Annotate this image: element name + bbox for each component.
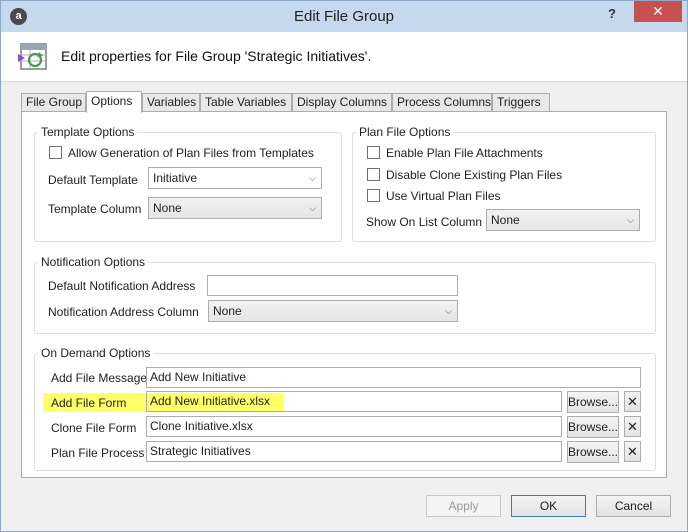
default-address-label: Default Notification Address <box>48 279 196 293</box>
tab-triggers[interactable]: Triggers <box>492 93 550 112</box>
plan-file-process-label: Plan File Process <box>51 446 145 460</box>
template-column-value: None <box>153 201 182 215</box>
close-window-button[interactable]: ✕ <box>634 1 682 22</box>
plan-file-process-clear-icon[interactable]: ✕ <box>624 441 641 462</box>
notification-options-title: Notification Options <box>38 255 149 269</box>
tab-options[interactable]: Options <box>86 91 142 113</box>
plan-file-process-input[interactable]: Strategic Initiatives <box>146 441 562 462</box>
add-file-message-input[interactable]: Add New Initiative <box>146 367 641 388</box>
clone-file-form-clear-icon[interactable]: ✕ <box>624 416 641 437</box>
add-file-message-label: Add File Message <box>51 371 148 385</box>
address-column-label: Notification Address Column <box>48 305 199 319</box>
help-button[interactable]: ? <box>602 4 622 24</box>
template-options-title: Template Options <box>38 125 138 139</box>
tab-display-columns[interactable]: Display Columns <box>292 93 392 112</box>
tab-file-group[interactable]: File Group <box>21 93 86 112</box>
default-template-value: Initiative <box>153 171 198 185</box>
file-group-edit-icon <box>18 43 47 70</box>
add-file-form-label: Add File Form <box>51 396 127 410</box>
chevron-down-icon: ⌵ <box>627 215 634 225</box>
add-file-form-browse-button[interactable]: Browse... <box>567 391 619 413</box>
on-demand-options-title: On Demand Options <box>38 346 154 360</box>
disable-clone-label: Disable Clone Existing Plan Files <box>386 168 563 182</box>
notification-options-group <box>34 262 656 334</box>
address-column-value: None <box>213 304 242 318</box>
tab-table-variables[interactable]: Table Variables <box>200 93 292 112</box>
enable-attachments-label: Enable Plan File Attachments <box>386 146 543 160</box>
chevron-down-icon: ⌵ <box>309 173 316 183</box>
tab-variables[interactable]: Variables <box>142 93 200 112</box>
tab-process-columns[interactable]: Process Columns <box>392 93 492 112</box>
header-band: Edit properties for File Group 'Strategi… <box>1 32 687 82</box>
show-on-list-label: Show On List Column <box>366 215 483 229</box>
chevron-down-icon: ⌵ <box>445 306 452 316</box>
enable-attachments-checkbox[interactable] <box>367 146 380 159</box>
clone-file-form-label: Clone File Form <box>51 421 137 435</box>
window-title: Edit File Group <box>293 8 395 25</box>
chevron-down-icon: ⌵ <box>309 203 316 213</box>
show-on-list-combo[interactable]: None ⌵ <box>486 209 640 231</box>
clone-file-form-input[interactable]: Clone Initiative.xlsx <box>146 416 562 437</box>
use-virtual-checkbox[interactable] <box>367 189 380 202</box>
disable-clone-checkbox[interactable] <box>367 168 380 181</box>
use-virtual-label: Use Virtual Plan Files <box>386 189 501 203</box>
apply-button[interactable]: Apply <box>426 495 501 517</box>
title-bar[interactable]: a Edit File Group ? ✕ <box>1 1 687 32</box>
default-template-label: Default Template <box>48 173 138 187</box>
clone-file-form-browse-button[interactable]: Browse... <box>567 416 619 438</box>
add-file-form-input[interactable]: Add New Initiative.xlsx <box>146 391 562 412</box>
template-column-label: Template Column <box>48 202 142 216</box>
default-address-input[interactable] <box>207 275 458 296</box>
default-template-combo[interactable]: Initiative ⌵ <box>148 167 322 189</box>
address-column-combo[interactable]: None ⌵ <box>208 300 458 322</box>
template-column-combo[interactable]: None ⌵ <box>148 197 322 219</box>
edit-file-group-dialog: a Edit File Group ? ✕ Edit properties fo… <box>0 0 688 532</box>
plan-file-options-title: Plan File Options <box>356 125 454 139</box>
add-file-form-clear-icon[interactable]: ✕ <box>624 391 641 412</box>
cancel-button[interactable]: Cancel <box>596 495 671 517</box>
show-on-list-value: None <box>491 213 520 227</box>
allow-generation-label: Allow Generation of Plan Files from Temp… <box>68 146 314 160</box>
ok-button[interactable]: OK <box>511 495 586 517</box>
allow-generation-checkbox[interactable] <box>49 146 62 159</box>
add-file-form-value: Add New Initiative.xlsx <box>150 394 271 408</box>
plan-file-process-browse-button[interactable]: Browse... <box>567 441 619 463</box>
header-description: Edit properties for File Group 'Strategi… <box>61 48 372 64</box>
